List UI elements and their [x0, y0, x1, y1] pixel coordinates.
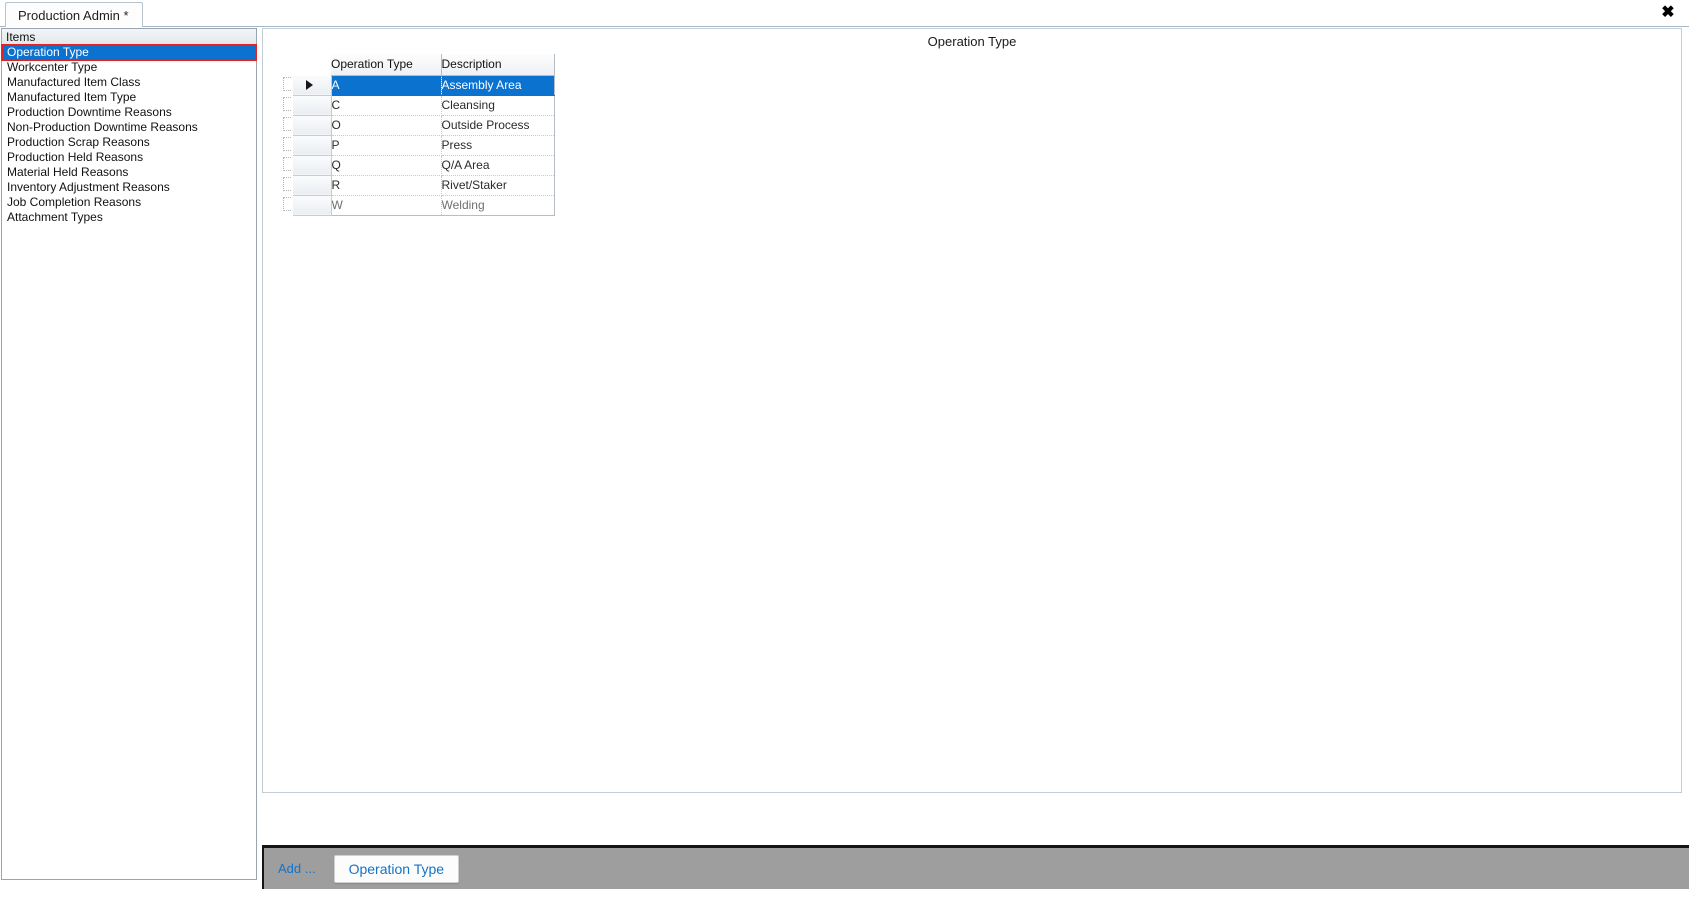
bottom-action-toolbar: Add ... Operation Type — [262, 845, 1689, 889]
page-title-text: Operation Type — [927, 34, 1017, 49]
sidebar-item-operation-type[interactable]: Operation Type — [1, 44, 257, 61]
sidebar-item-inventory-adjustment-reasons[interactable]: Inventory Adjustment Reasons — [2, 180, 256, 195]
sidebar-header: Items — [2, 29, 256, 45]
cell-operation-type[interactable]: Q — [331, 155, 442, 176]
page-title: Operation Type — [263, 34, 1681, 49]
grid-body: A Assembly Area C Cleansing O Outside Process… — [279, 74, 555, 216]
cell-description[interactable]: Press — [441, 135, 555, 156]
row-header-gutter[interactable] — [293, 134, 332, 156]
cell-operation-type[interactable]: A — [331, 75, 442, 96]
tab-production-admin[interactable]: Production Admin * — [5, 2, 143, 27]
cell-description[interactable]: Outside Process — [441, 115, 555, 136]
sidebar-item-label: Production Scrap Reasons — [7, 135, 150, 149]
sidebar-item-production-scrap-reasons[interactable]: Production Scrap Reasons — [2, 135, 256, 150]
row-header-gutter[interactable] — [293, 154, 332, 176]
table-row[interactable]: W Welding — [279, 194, 555, 216]
sidebar-item-non-production-downtime-reasons[interactable]: Non-Production Downtime Reasons — [2, 120, 256, 135]
sidebar-item-workcenter-type[interactable]: Workcenter Type — [2, 60, 256, 75]
sidebar-item-manufactured-item-type[interactable]: Manufactured Item Type — [2, 90, 256, 105]
row-guide-marker — [279, 75, 293, 95]
row-header-gutter[interactable] — [293, 74, 332, 96]
sidebar-item-label: Manufactured Item Class — [7, 75, 141, 89]
sidebar-item-label: Workcenter Type — [7, 60, 98, 74]
close-icon[interactable]: ✖ — [1655, 1, 1681, 25]
cell-description[interactable]: Assembly Area — [441, 75, 555, 96]
grid-header: Operation Type Description — [279, 54, 555, 76]
close-glyph: ✖ — [1661, 4, 1675, 21]
add-operation-type-button[interactable]: Operation Type — [333, 854, 460, 883]
row-guide-marker — [279, 175, 293, 195]
cell-description[interactable]: Cleansing — [441, 95, 555, 116]
row-header-gutter[interactable] — [293, 174, 332, 196]
sidebar-panel: Items Operation Type Workcenter Type Manuf… — [1, 28, 257, 880]
table-row[interactable]: C Cleansing — [279, 94, 555, 116]
sidebar-item-production-downtime-reasons[interactable]: Production Downtime Reasons — [2, 105, 256, 120]
grid-gutter-header — [293, 54, 331, 75]
window-tab-strip: Production Admin * ✖ — [0, 0, 1689, 27]
table-row[interactable]: R Rivet/Staker — [279, 174, 555, 196]
sidebar-item-label: Job Completion Reasons — [7, 195, 142, 209]
sidebar-item-label: Non-Production Downtime Reasons — [7, 120, 198, 134]
sidebar-item-label: Operation Type — [7, 45, 89, 59]
row-guide-marker — [279, 155, 293, 175]
row-header-gutter[interactable] — [293, 94, 332, 116]
cell-description[interactable]: Rivet/Staker — [441, 175, 555, 196]
table-row[interactable]: Q Q/A Area — [279, 154, 555, 176]
grid-table: Operation Type Description A Assembly Are… — [279, 54, 555, 216]
sidebar-header-label: Items — [6, 29, 36, 44]
sidebar-item-attachment-types[interactable]: Attachment Types — [2, 210, 256, 225]
current-row-arrow-icon — [306, 80, 313, 90]
row-header-gutter[interactable] — [293, 194, 332, 216]
row-guide-marker — [279, 115, 293, 135]
sidebar-item-manufactured-item-class[interactable]: Manufactured Item Class — [2, 75, 256, 90]
sidebar-item-label: Production Downtime Reasons — [7, 105, 172, 119]
sidebar-item-job-completion-reasons[interactable]: Job Completion Reasons — [2, 195, 256, 210]
content-panel: Operation Type Operation Type Descriptio… — [262, 28, 1682, 793]
sidebar-item-production-held-reasons[interactable]: Production Held Reasons — [2, 150, 256, 165]
tab-label: Production Admin * — [18, 7, 129, 23]
sidebar-item-label: Material Held Reasons — [7, 165, 129, 179]
table-row[interactable]: O Outside Process — [279, 114, 555, 136]
column-header-description[interactable]: Description — [441, 54, 555, 76]
row-guide-marker — [279, 95, 293, 115]
table-row[interactable]: P Press — [279, 134, 555, 156]
row-header-gutter[interactable] — [293, 114, 332, 136]
row-guide-marker — [279, 135, 293, 155]
sidebar-item-label: Inventory Adjustment Reasons — [7, 180, 170, 194]
cell-operation-type[interactable]: R — [331, 175, 442, 196]
table-row[interactable]: A Assembly Area — [279, 74, 555, 96]
row-guide-marker — [279, 195, 293, 215]
cell-operation-type[interactable]: O — [331, 115, 442, 136]
cell-operation-type[interactable]: W — [331, 195, 442, 216]
sidebar-item-list: Operation Type Workcenter Type Manufacture… — [1, 44, 257, 225]
cell-description[interactable]: Welding — [441, 195, 555, 216]
sidebar-item-label: Attachment Types — [7, 210, 103, 224]
sidebar-item-label: Manufactured Item Type — [7, 90, 137, 104]
add-label[interactable]: Add ... — [278, 861, 316, 876]
cell-operation-type[interactable]: C — [331, 95, 442, 116]
cell-operation-type[interactable]: P — [331, 135, 442, 156]
operation-type-grid[interactable]: Operation Type Description A Assembly Are… — [279, 54, 555, 216]
column-header-operation-type[interactable]: Operation Type — [331, 54, 442, 76]
sidebar-item-material-held-reasons[interactable]: Material Held Reasons — [2, 165, 256, 180]
cell-description[interactable]: Q/A Area — [441, 155, 555, 176]
grid-header-row: Operation Type Description — [279, 54, 555, 76]
sidebar-item-label: Production Held Reasons — [7, 150, 144, 164]
grid-guide-column-header — [279, 54, 293, 75]
